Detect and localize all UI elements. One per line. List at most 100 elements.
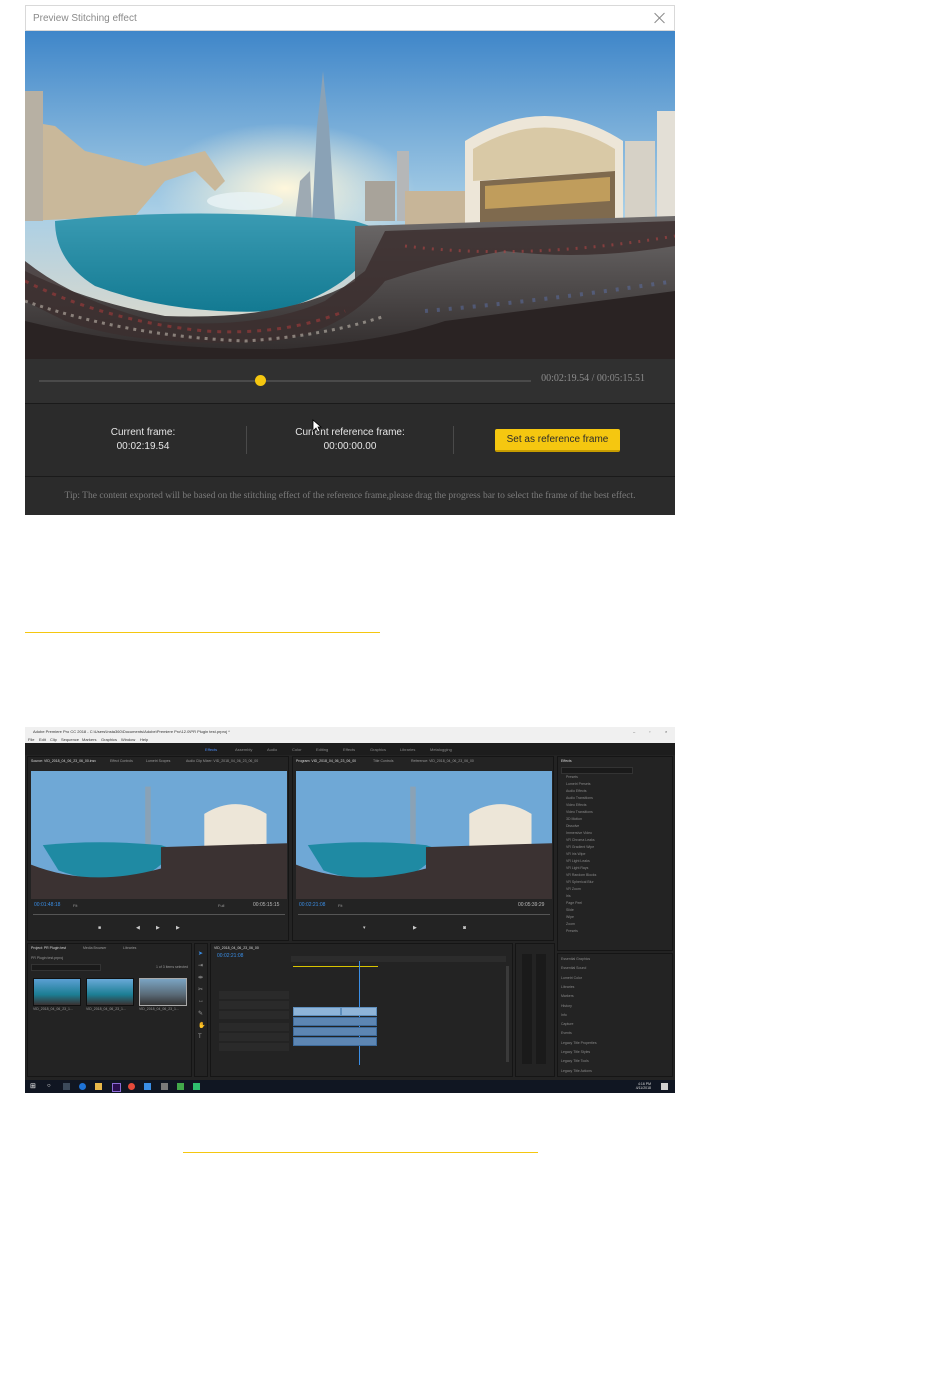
tab-audio-clip-mixer[interactable]: Audio Clip Mixer: VID_2018_04_06_23_06_0…: [186, 759, 258, 763]
start-icon[interactable]: ⊞: [30, 1083, 37, 1090]
tab-libraries[interactable]: Libraries: [123, 946, 136, 950]
effects-tree-item[interactable]: VR Random Blocks: [566, 873, 596, 878]
effects-tree-item[interactable]: Slide: [566, 908, 574, 913]
chrome-icon[interactable]: [128, 1083, 135, 1090]
set-reference-frame-button[interactable]: Set as reference frame: [495, 429, 620, 452]
side-panel-tab[interactable]: History: [561, 1004, 572, 1009]
side-panel-tab[interactable]: Libraries: [561, 985, 574, 990]
video-clip[interactable]: [293, 1007, 341, 1016]
type-tool-icon[interactable]: T: [198, 1034, 202, 1040]
work-area-bar[interactable]: [293, 966, 378, 967]
effects-tree-item[interactable]: Lumetri Presets: [566, 782, 591, 787]
side-panel-tab[interactable]: Legacy Title Styles: [561, 1050, 590, 1055]
close-icon[interactable]: ×: [665, 729, 667, 735]
effects-tree-item[interactable]: VR Light Leaks: [566, 859, 590, 864]
side-panel-tab[interactable]: Legacy Title Properties: [561, 1041, 597, 1046]
play-icon[interactable]: ▶: [413, 925, 417, 931]
workspace-tab[interactable]: Editing: [316, 747, 328, 752]
track-header-a1[interactable]: [219, 1023, 289, 1031]
ripple-edit-icon[interactable]: ⇹: [198, 974, 203, 981]
pen-tool-icon[interactable]: ✎: [198, 1010, 203, 1017]
source-timebar[interactable]: [33, 914, 285, 915]
workspace-tab[interactable]: Graphics: [370, 747, 386, 752]
progress-handle[interactable]: [255, 375, 267, 386]
system-clock[interactable]: 4:16 PM 4/11/2018: [636, 1082, 651, 1090]
effects-tree-item[interactable]: Video Effects: [566, 803, 587, 808]
program-timebar[interactable]: [298, 914, 550, 915]
task-view-icon[interactable]: [63, 1083, 70, 1090]
tab-media-browser[interactable]: Media Browser: [83, 946, 106, 950]
workspace-tab[interactable]: Color: [292, 747, 302, 752]
effects-tree-item[interactable]: VR Gradient Wipe: [566, 845, 594, 850]
marker-icon[interactable]: ▾: [363, 925, 366, 931]
menu-file[interactable]: File: [28, 737, 34, 742]
slip-tool-icon[interactable]: ↔: [198, 998, 204, 1004]
bin-item-thumbnail[interactable]: [33, 978, 81, 1006]
video-clip[interactable]: [341, 1007, 377, 1016]
program-timecode[interactable]: 00:02:21:08: [299, 902, 325, 908]
tab-program[interactable]: Program: VID_2018_04_06_23_06_00: [296, 759, 356, 763]
side-panel-tab[interactable]: Markers: [561, 994, 574, 999]
effects-tree-item[interactable]: 3D Motion: [566, 817, 582, 822]
tab-lumetri-scopes[interactable]: Lumetri Scopes: [146, 759, 170, 763]
file-explorer-icon[interactable]: [95, 1083, 102, 1090]
maximize-icon[interactable]: ▫: [649, 729, 650, 735]
track-select-icon[interactable]: ⇥: [198, 962, 203, 969]
stop-icon[interactable]: ■: [98, 925, 101, 931]
app-icon[interactable]: [144, 1083, 151, 1090]
effects-tree-item[interactable]: Wipe: [566, 915, 574, 920]
source-fit-select[interactable]: Fit: [73, 903, 77, 908]
app-icon[interactable]: [161, 1083, 168, 1090]
timeline-timecode[interactable]: 00:02:21:08: [217, 953, 243, 959]
step-forward-icon[interactable]: ▶: [176, 925, 180, 931]
tab-project[interactable]: Project: PR Plugin test: [31, 946, 66, 950]
effects-tree-item[interactable]: Zoom: [566, 922, 575, 927]
side-panel-tab[interactable]: Legacy Title Actions: [561, 1069, 592, 1074]
effects-tree-item[interactable]: VR Zoom: [566, 887, 581, 892]
effects-tree-item[interactable]: Audio Effects: [566, 789, 587, 794]
tab-title-controls[interactable]: Title Controls: [373, 759, 394, 763]
tab-source[interactable]: Source: VID_2018_04_06_23_06_00.insv: [31, 759, 96, 763]
search-icon[interactable]: ○: [47, 1083, 54, 1090]
app-icon[interactable]: [177, 1083, 184, 1090]
menu-help[interactable]: Help: [140, 737, 148, 742]
premiere-taskbar-icon[interactable]: [112, 1083, 121, 1092]
effects-tree-item[interactable]: VR Spherical Blur: [566, 880, 594, 885]
effects-tree-item[interactable]: Presets: [566, 775, 578, 780]
source-quality-select[interactable]: Full: [218, 903, 224, 908]
effects-tree-item[interactable]: VR Iris Wipe: [566, 852, 585, 857]
effects-tree-item[interactable]: Video Transitions: [566, 810, 593, 815]
side-panel-tab[interactable]: Essential Sound: [561, 966, 586, 971]
effects-tree-item[interactable]: Iris: [566, 894, 571, 899]
audio-clip[interactable]: [293, 1037, 377, 1046]
progress-scrubber[interactable]: 00:02:19.54 / 00:05:15.51: [25, 359, 675, 403]
play-icon[interactable]: ▶: [156, 925, 160, 931]
bin-item-thumbnail[interactable]: [139, 978, 187, 1006]
tab-effects[interactable]: Effects: [561, 759, 572, 763]
track-header-v3[interactable]: [219, 991, 289, 999]
tab-reference[interactable]: Reference: VID_2018_04_06_23_06_00: [411, 759, 474, 763]
track-header-v1[interactable]: [219, 1011, 289, 1019]
workspace-tab[interactable]: Assembly: [235, 747, 252, 752]
menu-clip[interactable]: Clip: [50, 737, 57, 742]
menu-markers[interactable]: Markers: [82, 737, 96, 742]
effects-search-input[interactable]: [561, 767, 633, 774]
app-icon[interactable]: [193, 1083, 200, 1090]
workspace-tab[interactable]: Effects: [205, 747, 217, 752]
side-panel-tab[interactable]: Legacy Title Tools: [561, 1059, 589, 1064]
track-header-a3[interactable]: [219, 1043, 289, 1051]
track-header-v2[interactable]: [219, 1001, 289, 1009]
side-panel-tab[interactable]: Capture: [561, 1022, 573, 1027]
razor-tool-icon[interactable]: ✂: [198, 986, 203, 993]
program-fit-select[interactable]: Fit: [338, 903, 342, 908]
timeline-ruler[interactable]: [291, 956, 506, 962]
track-header-a2[interactable]: [219, 1033, 289, 1041]
menu-graphics[interactable]: Graphics: [101, 737, 117, 742]
effects-tree-item[interactable]: VR Light Rays: [566, 866, 588, 871]
workspace-tab[interactable]: Effects: [343, 747, 355, 752]
tab-effect-controls[interactable]: Effect Controls: [110, 759, 133, 763]
effects-tree-item[interactable]: VR Chroma Leaks: [566, 838, 595, 843]
menu-sequence[interactable]: Sequence: [61, 737, 79, 742]
workspace-tab[interactable]: Metalogging: [430, 747, 452, 752]
audio-clip[interactable]: [293, 1027, 377, 1036]
